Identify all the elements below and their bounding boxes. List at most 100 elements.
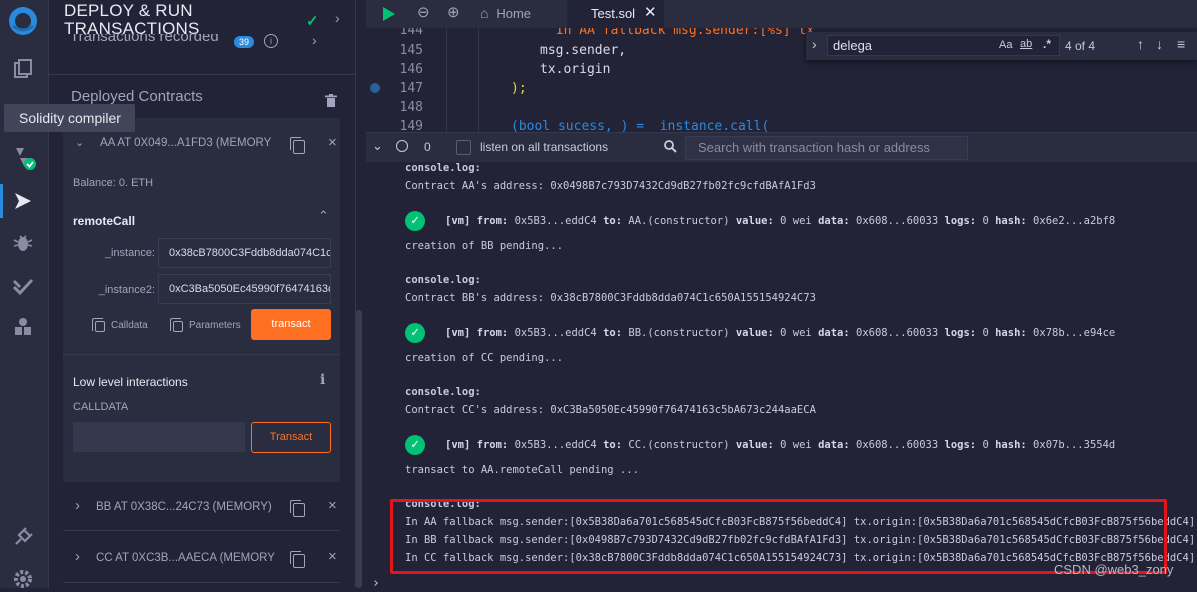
pending-count: 0 [424, 140, 431, 154]
plug-icon[interactable] [10, 524, 36, 550]
panel-scrollbar[interactable] [356, 310, 362, 588]
debugger-icon[interactable] [10, 230, 36, 256]
chevron-right-icon[interactable]: › [812, 36, 817, 52]
log-line: Contract BB's address: 0x38cB7800C3Fddb8… [405, 292, 816, 304]
tx-value: 0 wei [780, 215, 812, 227]
log-line: creation of BB pending... [405, 240, 564, 252]
low-level-transact-button[interactable]: Transact [251, 422, 331, 453]
indent-guide [478, 28, 479, 132]
highlight-box [390, 499, 1167, 574]
calldata-label: CALLDATA [73, 401, 129, 413]
tx-to: AA.(constructor) [628, 215, 730, 227]
watermark: CSDN @web3_zony [1054, 562, 1174, 577]
transact-button[interactable]: transact [251, 309, 331, 340]
file-explorer-icon[interactable] [10, 56, 36, 82]
find-menu-icon[interactable]: ≡ [1177, 36, 1185, 52]
contract-label-cc: CC AT 0XC3B...AAECA (MEMORY [96, 552, 275, 564]
settings-gear-icon[interactable] [10, 566, 36, 592]
param2-label: _instance2: [98, 284, 155, 296]
tx-search-input[interactable]: Search with transaction hash or address [685, 136, 968, 160]
zoom-out-icon[interactable]: ⊖ [417, 0, 430, 28]
trash-icon[interactable] [325, 94, 337, 113]
parameters-button[interactable]: Parameters [189, 320, 241, 331]
regex-toggle[interactable]: .* [1043, 37, 1051, 51]
tx-from: 0x5B3...eddC4 [514, 327, 597, 339]
tab-home-label: Home [496, 6, 532, 21]
plugin-manager-icon[interactable] [10, 314, 36, 340]
line-number: 144 [399, 28, 423, 38]
panel-title-line1: DEPLOY & RUN [64, 1, 193, 20]
calldata-input[interactable] [73, 422, 245, 452]
chevron-right-icon[interactable]: › [75, 497, 80, 514]
copy-icon[interactable] [290, 137, 305, 154]
tx-to: BB.(constructor) [628, 327, 730, 339]
solidity-compiler-icon[interactable] [10, 144, 36, 170]
tx-logs: 0 [982, 215, 989, 227]
transactions-recorded-row[interactable]: Transactions recorded 39 i › [70, 34, 340, 52]
terminal-toolbar: ⌄ 0 listen on all transactions Search wi… [366, 132, 1197, 163]
whole-word-toggle[interactable]: ab [1020, 38, 1032, 50]
remix-logo-icon[interactable] [6, 4, 40, 38]
tx-logs: 0 [982, 439, 989, 451]
tx-summary[interactable]: [vm] from: 0x5B3...eddC4 to: AA.(constru… [445, 215, 1115, 227]
clear-console-icon[interactable] [396, 140, 408, 152]
contract-row-cc[interactable]: › CC AT 0XC3B...AAECA (MEMORY × [63, 544, 340, 574]
previous-match-icon[interactable]: ↑ [1137, 36, 1144, 52]
tx-summary[interactable]: [vm] from: 0x5B3...eddC4 to: BB.(constru… [445, 327, 1115, 339]
code-line: (bool sucess, ) = _instance.call( [511, 119, 770, 132]
prompt-chevron-icon[interactable]: › [372, 576, 380, 588]
copy-parameters-icon[interactable] [170, 318, 183, 332]
function-name: remoteCall [73, 214, 136, 228]
calldata-button[interactable]: Calldata [111, 320, 148, 331]
console-log-label: console.log: [405, 386, 481, 398]
chevron-down-icon[interactable]: ⌄ [75, 136, 84, 149]
tx-from: 0x5B3...eddC4 [514, 215, 597, 227]
log-line: Contract CC's address: 0xC3Ba5050Ec45990… [405, 404, 816, 416]
find-widget: › delega Aa ab .* 4 of 4 ↑ ↓ ≡ [806, 32, 1197, 60]
vm-tag: [vm] [445, 327, 471, 339]
find-result-count: 4 of 4 [1065, 39, 1096, 53]
code-line: tx.origin [540, 62, 611, 77]
log-line: Contract AA's address: 0x0498B7c793D7432… [405, 180, 816, 192]
transactions-recorded-label: Transactions recorded [70, 34, 219, 45]
copy-calldata-icon[interactable] [92, 318, 105, 332]
copy-icon[interactable] [290, 551, 305, 568]
next-match-icon[interactable]: ↓ [1156, 36, 1163, 52]
tab-test-sol[interactable]: Test.sol ✕ [567, 0, 664, 28]
panel-check-icon: ✓ [306, 13, 319, 30]
code-line: msg.sender, [540, 43, 627, 58]
tx-data: 0x608...60033 [856, 439, 939, 451]
instance2-input[interactable]: 0xC3Ba5050Ec45990f76474163c5bA673c244aaE… [158, 274, 331, 304]
tx-summary[interactable]: [vm] from: 0x5B3...eddC4 to: CC.(constru… [445, 439, 1115, 451]
close-icon[interactable]: × [328, 497, 337, 514]
success-check-icon: ✓ [405, 323, 425, 343]
listen-checkbox[interactable] [456, 140, 471, 155]
tx-count-badge: 39 [234, 36, 255, 48]
contract-row-bb[interactable]: › BB AT 0X38C...24C73 (MEMORY) × [63, 493, 340, 523]
indent-guide [446, 28, 447, 132]
contract-label-aa[interactable]: AA AT 0X049...A1FD3 (MEMORY [100, 137, 271, 149]
chevron-right-icon[interactable]: › [335, 10, 340, 26]
tx-value: 0 wei [780, 439, 812, 451]
chevron-up-icon[interactable]: ⌃ [318, 208, 329, 224]
test-check-icon[interactable] [10, 274, 36, 300]
collapse-terminal-icon[interactable]: ⌄ [372, 138, 383, 154]
tx-logs: 0 [982, 327, 989, 339]
divider [63, 582, 340, 583]
instance-input[interactable]: 0x38cB7800C3Fddb8dda074C1c650A155154924C… [158, 238, 331, 268]
close-tab-icon[interactable]: ✕ [644, 0, 657, 26]
chevron-right-icon[interactable]: › [312, 34, 317, 48]
chevron-right-icon[interactable]: › [75, 548, 80, 565]
deploy-run-panel: DEPLOY & RUN TRANSACTIONS ✓ › Transactio… [49, 0, 356, 588]
close-icon[interactable]: × [328, 548, 337, 565]
line-number: 147 [399, 81, 423, 96]
param1-label: _instance: [104, 247, 155, 259]
close-icon[interactable]: × [328, 134, 337, 151]
match-case-toggle[interactable]: Aa [999, 39, 1012, 51]
tx-value: 0 wei [780, 327, 812, 339]
copy-icon[interactable] [290, 500, 305, 517]
zoom-in-icon[interactable]: ⊕ [447, 0, 460, 28]
line-number: 146 [399, 62, 423, 77]
deploy-run-icon[interactable] [10, 188, 36, 214]
tab-home[interactable]: ⌂ Home [472, 0, 539, 28]
